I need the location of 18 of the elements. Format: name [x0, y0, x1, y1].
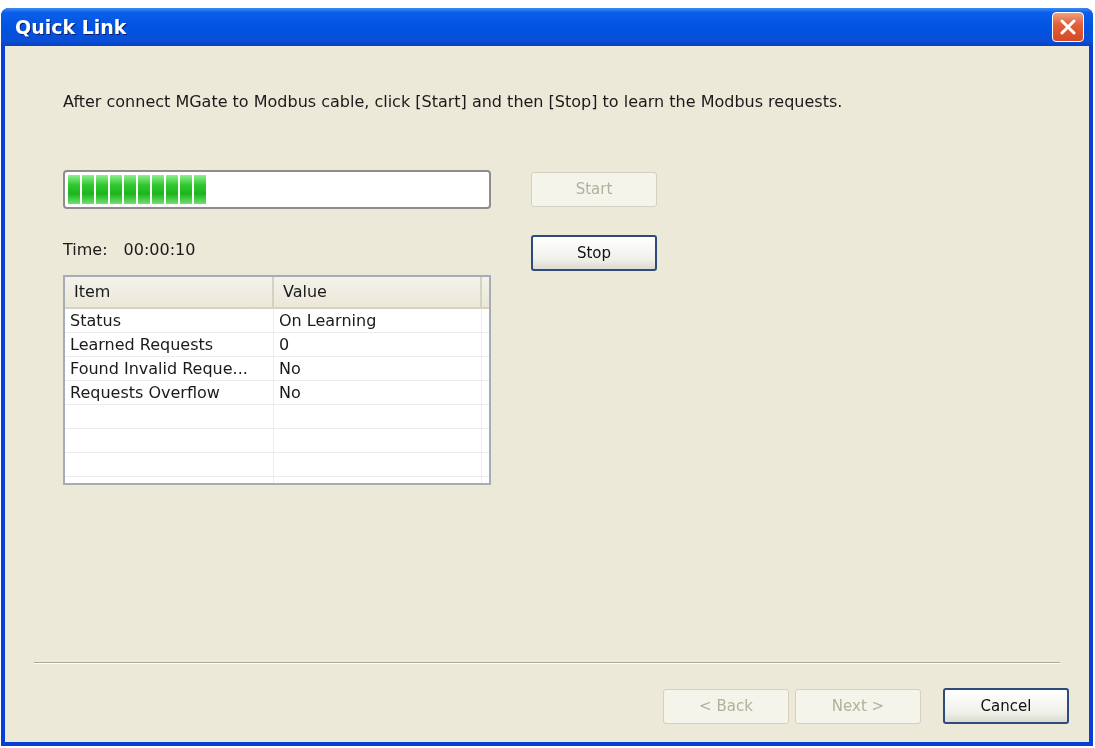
table-cell: Status	[70, 311, 121, 330]
column-header[interactable]: Value	[274, 277, 482, 307]
close-button[interactable]	[1052, 12, 1084, 42]
table-cell: Requests Overflow	[70, 383, 220, 402]
table-cell: Found Invalid Reque...	[70, 359, 248, 378]
stop-button[interactable]: Stop	[531, 235, 657, 271]
table-cell: On Learning	[279, 311, 377, 330]
window-title: Quick Link	[15, 14, 127, 40]
table-cell: 0	[279, 335, 290, 354]
instruction-text: After connect MGate to Modbus cable, click [Start] and then [Stop] to learn the Modbus requests.	[63, 92, 843, 111]
table-cell: No	[279, 383, 301, 402]
close-icon	[1060, 19, 1076, 35]
column-header[interactable]: Item	[65, 277, 274, 307]
table-cell: No	[279, 359, 301, 378]
table-cell: Learned Requests	[70, 335, 214, 354]
time-value: 00:00:10	[123, 239, 196, 261]
time-label: Time:	[63, 239, 108, 261]
cancel-button[interactable]: Cancel	[943, 688, 1069, 724]
